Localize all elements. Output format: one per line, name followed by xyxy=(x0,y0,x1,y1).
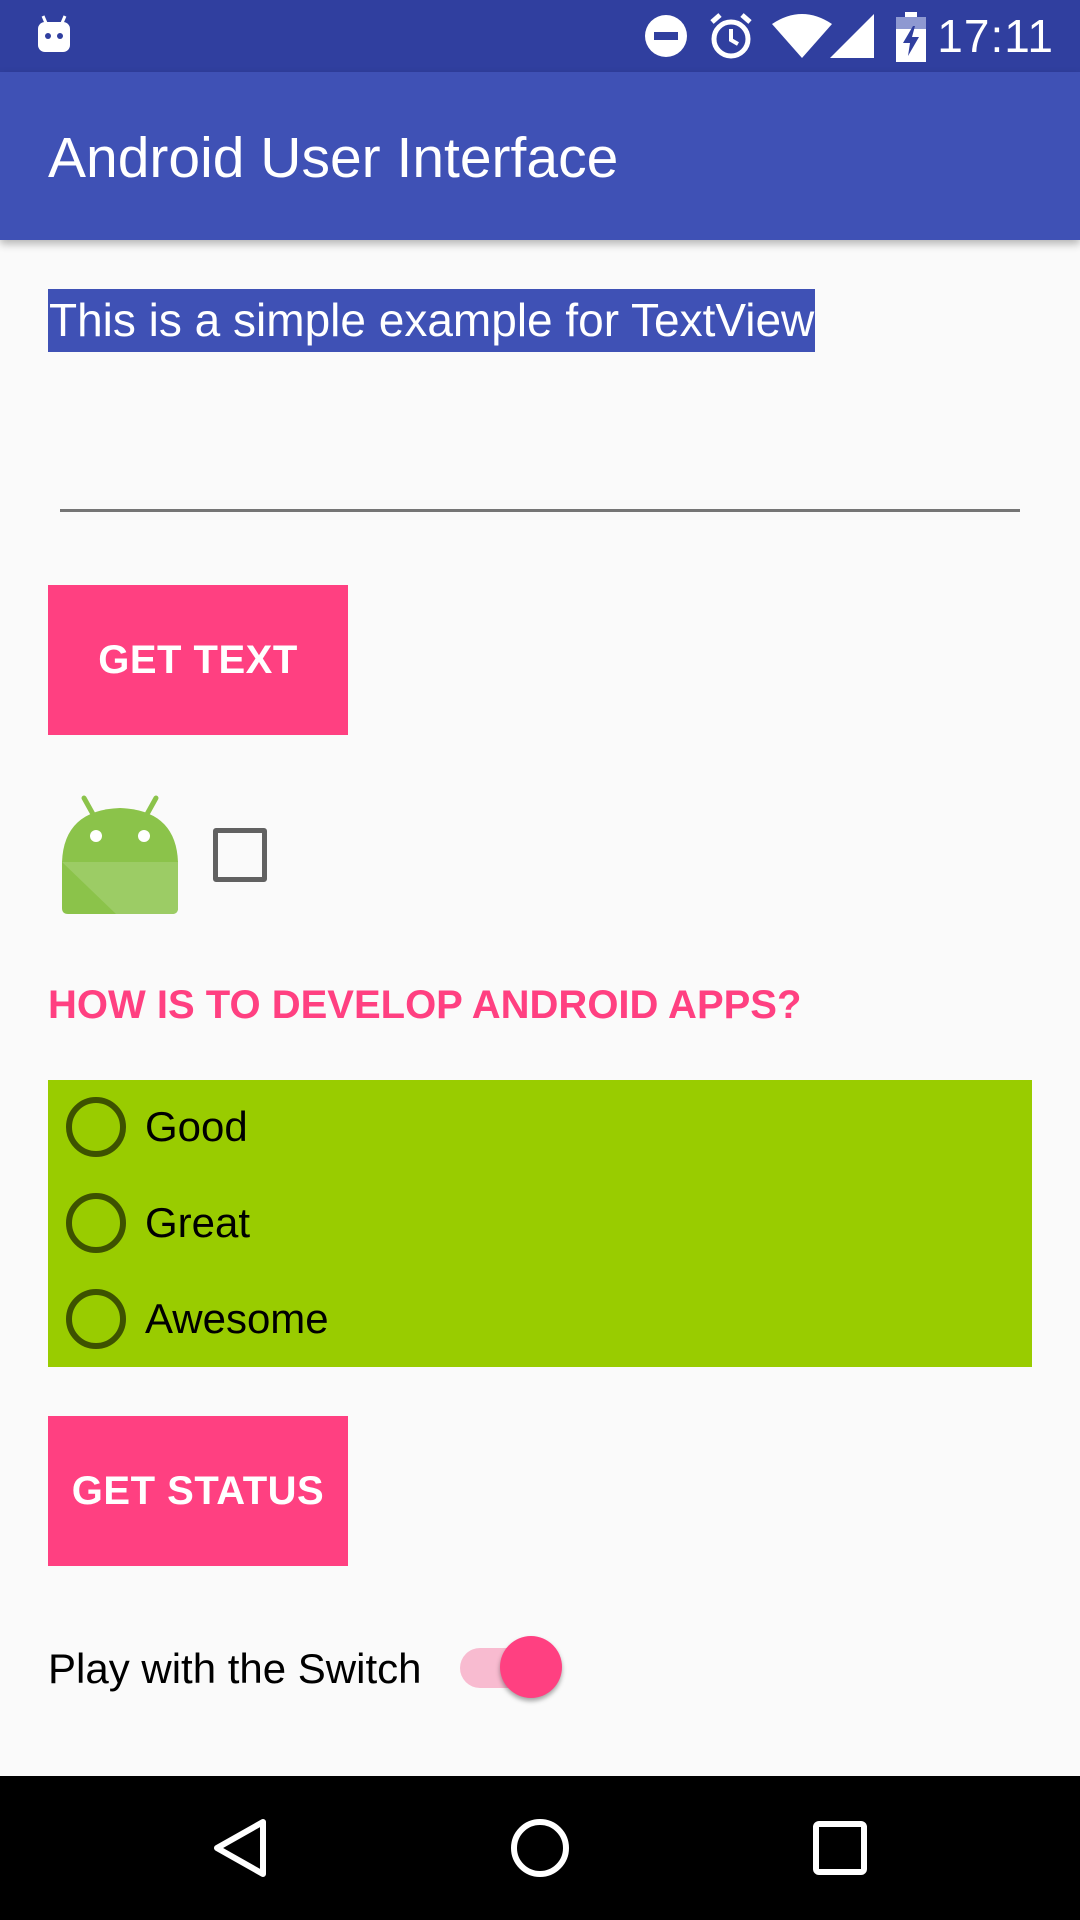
radio-button-icon[interactable] xyxy=(66,1289,126,1349)
edit-text-underline xyxy=(60,509,1020,512)
radio-button-icon[interactable] xyxy=(66,1097,126,1157)
radio-label: Great xyxy=(145,1199,251,1246)
navigation-bar xyxy=(0,1776,1080,1920)
radio-group: Good Great Awesome xyxy=(48,1080,1032,1367)
status-bar: 17:11 xyxy=(0,0,1080,72)
switch-toggle[interactable] xyxy=(454,1636,564,1700)
switch-thumb[interactable] xyxy=(500,1636,562,1698)
radio-button-icon[interactable] xyxy=(66,1193,126,1253)
switch-row: Play with the Switch xyxy=(48,1636,648,1700)
battery-charging-icon xyxy=(896,12,926,67)
radio-option-awesome[interactable]: Awesome xyxy=(48,1272,1032,1368)
android-robot-icon xyxy=(60,792,180,916)
get-text-button[interactable]: GET TEXT xyxy=(48,585,348,735)
textview-example: This is a simple example for TextView xyxy=(48,289,816,352)
recents-icon[interactable] xyxy=(804,1812,876,1884)
radio-option-great[interactable]: Great xyxy=(48,1176,1032,1272)
radio-label: Awesome xyxy=(145,1295,329,1342)
back-icon[interactable] xyxy=(205,1812,277,1884)
signal-icon xyxy=(830,14,874,63)
app-title: Android User Interface xyxy=(48,126,619,190)
status-time: 17:11 xyxy=(937,10,1054,62)
do-not-disturb-icon xyxy=(644,14,688,63)
radio-option-good[interactable]: Good xyxy=(48,1080,1032,1176)
android-debug-icon xyxy=(34,14,74,56)
edit-text-field[interactable] xyxy=(60,440,1020,512)
wifi-icon xyxy=(772,14,832,63)
radio-label: Good xyxy=(145,1103,248,1150)
checkbox[interactable] xyxy=(213,828,267,882)
edit-text-input[interactable] xyxy=(60,440,1020,510)
question-label: HOW IS TO DEVELOP ANDROID APPS? xyxy=(48,983,802,1027)
get-status-button[interactable]: GET STATUS xyxy=(48,1416,348,1566)
home-icon[interactable] xyxy=(504,1812,576,1884)
alarm-icon xyxy=(708,12,754,65)
switch-label: Play with the Switch xyxy=(48,1645,422,1692)
app-bar: Android User Interface xyxy=(0,72,1080,240)
